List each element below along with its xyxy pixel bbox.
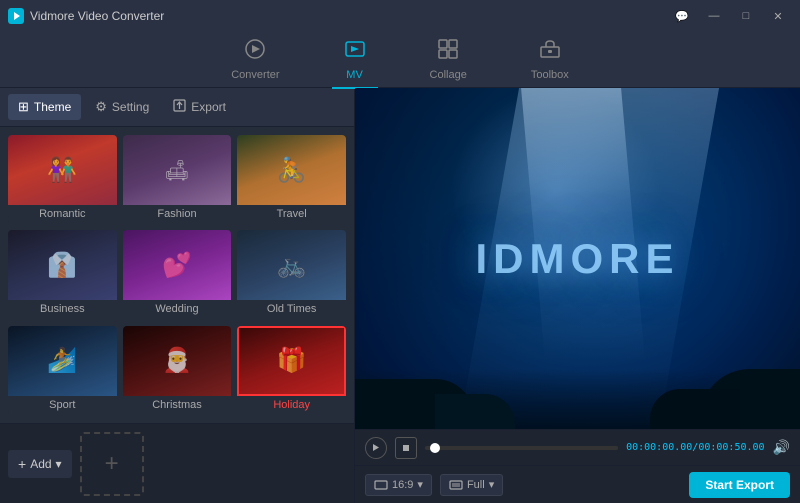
nav-collage[interactable]: Collage xyxy=(418,34,479,85)
mv-icon xyxy=(344,38,366,65)
plus-icon: + xyxy=(105,450,119,478)
quality-value: Full xyxy=(467,479,485,491)
right-panel: IDMORE 00:00:00.00/00:00:50.00 🔊 16 xyxy=(355,88,800,503)
app-title: Vidmore Video Converter xyxy=(30,9,668,23)
time-display: 00:00:00.00/00:00:50.00 xyxy=(626,442,764,453)
setting-tab-label: Setting xyxy=(112,100,149,114)
theme-fashion-thumb: 🛋 xyxy=(123,135,232,205)
close-button[interactable]: ✕ xyxy=(764,5,792,27)
tab-theme[interactable]: ⊞ Theme xyxy=(8,94,81,120)
theme-business-label: Business xyxy=(8,300,117,318)
theme-oldtimes-thumb: 🚲 xyxy=(237,230,346,300)
start-export-button[interactable]: Start Export xyxy=(689,472,790,498)
theme-christmas-label: Christmas xyxy=(123,396,232,414)
theme-fashion[interactable]: 🛋 Fashion xyxy=(123,135,232,224)
tab-setting[interactable]: ⚙ Setting xyxy=(85,94,159,120)
ratio-dropdown-icon: ▾ xyxy=(417,478,423,491)
converter-label: Converter xyxy=(231,69,279,81)
add-bar: + Add ▾ + xyxy=(0,423,354,503)
theme-holiday[interactable]: 🎁 Holiday xyxy=(237,326,346,415)
volume-icon[interactable]: 🔊 xyxy=(773,439,790,456)
theme-holiday-label: Holiday xyxy=(237,396,346,414)
app-icon xyxy=(8,8,24,24)
progress-handle[interactable] xyxy=(430,443,440,453)
nav-converter[interactable]: Converter xyxy=(219,34,291,85)
playback-bar: 00:00:00.00/00:00:50.00 🔊 xyxy=(355,429,800,465)
setting-tab-icon: ⚙ xyxy=(95,99,107,115)
quality-dropdown-icon: ▾ xyxy=(489,478,495,491)
theme-christmas-thumb: 🎅 xyxy=(123,326,232,396)
theme-tab-label: Theme xyxy=(34,100,71,114)
bottom-toolbar: 16:9 ▾ Full ▾ Start Export xyxy=(355,465,800,503)
progress-bar[interactable] xyxy=(425,446,618,450)
nav-mv[interactable]: MV xyxy=(332,34,378,85)
chat-button[interactable]: 💬 xyxy=(668,5,696,27)
theme-sport-label: Sport xyxy=(8,396,117,414)
mv-label: MV xyxy=(346,69,363,81)
theme-business[interactable]: 👔 Business xyxy=(8,230,117,319)
theme-wedding-thumb: 💕 xyxy=(123,230,232,300)
theme-oldtimes[interactable]: 🚲 Old Times xyxy=(237,230,346,319)
quality-icon xyxy=(449,478,463,492)
add-icon: + xyxy=(18,456,26,472)
theme-holiday-thumb: 🎁 xyxy=(237,326,346,396)
window-controls: 💬 — □ ✕ xyxy=(668,5,792,27)
collage-icon xyxy=(437,38,459,65)
theme-wedding[interactable]: 💕 Wedding xyxy=(123,230,232,319)
add-button[interactable]: + Add ▾ xyxy=(8,450,72,478)
subtabs: ⊞ Theme ⚙ Setting Export xyxy=(0,88,354,127)
titlebar: Vidmore Video Converter 💬 — □ ✕ xyxy=(0,0,800,32)
play-button[interactable] xyxy=(365,437,387,459)
theme-oldtimes-label: Old Times xyxy=(237,300,346,318)
media-placeholder[interactable]: + xyxy=(80,432,144,496)
toolbox-icon xyxy=(539,38,561,65)
tab-export[interactable]: Export xyxy=(163,94,236,120)
theme-fashion-label: Fashion xyxy=(123,205,232,223)
ratio-value: 16:9 xyxy=(392,479,413,491)
theme-grid: 👫 Romantic 🛋 Fashion 🚴 Travel xyxy=(0,127,354,423)
add-dropdown-icon: ▾ xyxy=(56,457,62,471)
preview-title: IDMORE xyxy=(476,235,680,283)
aspect-ratio-select[interactable]: 16:9 ▾ xyxy=(365,474,432,496)
main-content: ⊞ Theme ⚙ Setting Export xyxy=(0,88,800,503)
theme-tab-icon: ⊞ xyxy=(18,99,29,115)
export-tab-icon xyxy=(173,99,186,115)
theme-travel-label: Travel xyxy=(237,205,346,223)
nav-toolbox[interactable]: Toolbox xyxy=(519,34,581,85)
top-navigation: Converter MV Collage xyxy=(0,32,800,88)
theme-wedding-label: Wedding xyxy=(123,300,232,318)
aspect-ratio-icon xyxy=(374,478,388,492)
theme-travel[interactable]: 🚴 Travel xyxy=(237,135,346,224)
video-preview: IDMORE xyxy=(355,88,800,429)
theme-romantic-label: Romantic xyxy=(8,205,117,223)
theme-christmas[interactable]: 🎅 Christmas xyxy=(123,326,232,415)
theme-sport-thumb: 🏄 xyxy=(8,326,117,396)
preview-area: IDMORE xyxy=(355,88,800,429)
quality-select[interactable]: Full ▾ xyxy=(440,474,503,496)
left-panel: ⊞ Theme ⚙ Setting Export xyxy=(0,88,355,503)
collage-label: Collage xyxy=(430,69,467,81)
theme-romantic[interactable]: 👫 Romantic xyxy=(8,135,117,224)
converter-icon xyxy=(244,38,266,65)
theme-business-thumb: 👔 xyxy=(8,230,117,300)
theme-sport[interactable]: 🏄 Sport xyxy=(8,326,117,415)
add-label: Add xyxy=(30,457,51,471)
minimize-button[interactable]: — xyxy=(700,5,728,27)
toolbox-label: Toolbox xyxy=(531,69,569,81)
export-tab-label: Export xyxy=(191,100,226,114)
theme-travel-thumb: 🚴 xyxy=(237,135,346,205)
stop-button[interactable] xyxy=(395,437,417,459)
maximize-button[interactable]: □ xyxy=(732,5,760,27)
theme-romantic-thumb: 👫 xyxy=(8,135,117,205)
